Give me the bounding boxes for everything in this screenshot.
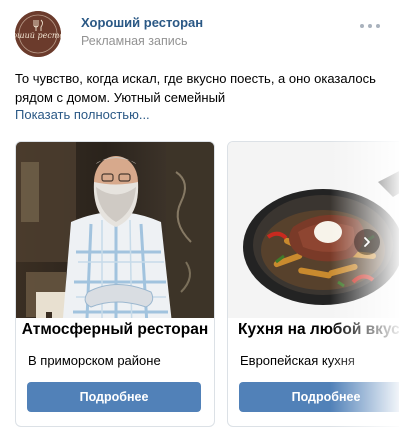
logo-text: Хороший ресторан <box>15 31 61 40</box>
ad-post: Хороший ресторан Хороший ресторан Реклам… <box>0 0 399 444</box>
page-name-link[interactable]: Хороший ресторан <box>81 15 203 30</box>
carousel-card-1[interactable]: Атмосферный ресторан В приморском районе… <box>15 141 215 427</box>
dot <box>368 24 372 28</box>
card-photo-chef <box>16 142 214 342</box>
more-button[interactable]: Подробнее <box>239 382 399 412</box>
more-dots-icon[interactable] <box>360 19 380 33</box>
restaurant-logo-icon: Хороший ресторан <box>15 11 61 57</box>
card-caption: Кухня на любой вкус <box>228 318 399 342</box>
card-caption: Атмосферный ресторан <box>16 318 214 342</box>
post-text: То чувство, когда искал, где вкусно поес… <box>15 71 376 105</box>
dot <box>360 24 364 28</box>
chevron-right-icon[interactable] <box>354 229 380 255</box>
card-description: В приморском районе <box>28 353 161 368</box>
avatar[interactable]: Хороший ресторан <box>15 11 61 57</box>
dot <box>376 24 380 28</box>
ad-carousel: Атмосферный ресторан В приморском районе… <box>15 141 399 429</box>
ad-label: Рекламная запись <box>81 34 188 48</box>
more-button[interactable]: Подробнее <box>27 382 201 412</box>
carousel-card-2[interactable]: Кухня на любой вкус Европейская кухня По… <box>227 141 399 427</box>
show-more-link[interactable]: Показать полностью... <box>15 107 150 122</box>
post-header: Хороший ресторан Хороший ресторан Реклам… <box>15 11 384 57</box>
card-description: Европейская кухня <box>240 353 355 368</box>
